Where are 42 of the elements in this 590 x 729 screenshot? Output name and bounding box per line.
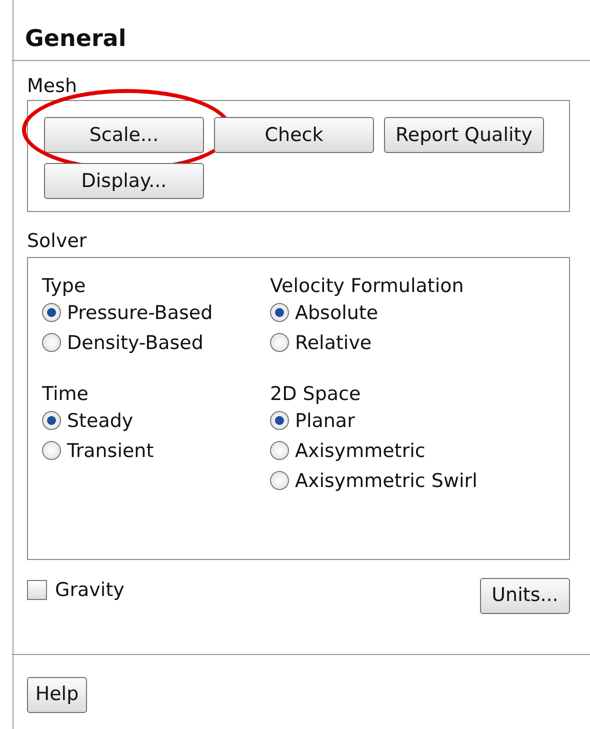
radio-button[interactable] [270,333,289,352]
radio-button[interactable] [270,303,289,322]
radio-option[interactable]: Absolute [270,298,378,328]
radio-option[interactable]: Planar [270,406,355,436]
mesh-button[interactable]: Report Quality [384,117,544,153]
radio-label: Relative [295,330,372,356]
radio-button[interactable] [270,471,289,490]
radio-button[interactable] [42,333,61,352]
mesh-button[interactable]: Check [214,117,374,153]
option-group-label: 2D Space [270,382,362,406]
option-group-label: Time [42,382,90,406]
radio-label: Transient [67,438,154,464]
radio-option[interactable]: Transient [42,436,154,466]
radio-label: Planar [295,408,355,434]
radio-button[interactable] [42,411,61,430]
radio-label: Axisymmetric [295,438,426,464]
radio-button[interactable] [42,303,61,322]
checkbox-label: Gravity [55,578,124,603]
radio-option[interactable]: Density-Based [42,328,204,358]
radio-option[interactable]: Axisymmetric [270,436,426,466]
radio-label: Density-Based [67,330,204,356]
panel-title: General [25,25,126,54]
mesh-button[interactable]: Scale... [44,117,204,153]
radio-label: Axisymmetric Swirl [295,468,478,494]
radio-button[interactable] [270,441,289,460]
units-button[interactable]: Units... [480,578,570,614]
option-group-label: Velocity Formulation [270,274,465,298]
radio-label: Absolute [295,300,378,326]
radio-option[interactable]: Relative [270,328,372,358]
radio-label: Pressure-Based [67,300,213,326]
gravity-checkbox[interactable] [27,580,47,600]
radio-option[interactable]: Axisymmetric Swirl [270,466,478,496]
help-button[interactable]: Help [27,676,87,713]
radio-button[interactable] [42,441,61,460]
mesh-button[interactable]: Display... [44,163,204,199]
group-label: Mesh [27,74,78,98]
radio-option[interactable]: Steady [42,406,134,436]
option-group-label: Type [42,274,87,298]
radio-button[interactable] [270,411,289,430]
group-label: Solver [27,230,87,253]
radio-label: Steady [67,408,134,434]
radio-option[interactable]: Pressure-Based [42,298,213,328]
